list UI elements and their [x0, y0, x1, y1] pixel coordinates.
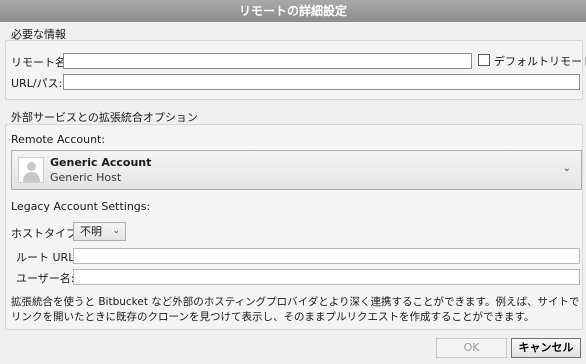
- required-group: [5, 40, 583, 100]
- ok-button[interactable]: OK: [436, 338, 507, 358]
- integration-group-title: 外部サービスとの拡張統合オプション: [11, 111, 198, 124]
- username-input[interactable]: [73, 269, 580, 285]
- avatar-icon: [18, 157, 44, 183]
- host-type-label: ホストタイプ:: [11, 227, 81, 240]
- window-title-bar: リモートの詳細設定: [0, 0, 586, 22]
- url-input[interactable]: [63, 74, 580, 90]
- username-label: ユーザー名:: [16, 272, 75, 285]
- legacy-settings-label: Legacy Account Settings:: [11, 200, 151, 213]
- account-host: Generic Host: [50, 171, 122, 184]
- default-remote-label[interactable]: デフォルトリモート: [494, 53, 586, 69]
- remote-name-label: リモート名:: [11, 56, 70, 69]
- chevron-down-icon: ⌄: [562, 163, 571, 174]
- remote-name-input[interactable]: [63, 53, 472, 69]
- account-name: Generic Account: [50, 156, 152, 169]
- root-url-label: ルート URL:: [16, 251, 79, 264]
- default-remote-checkbox[interactable]: [478, 54, 490, 66]
- host-type-select[interactable]: 不明 ⌄: [73, 222, 126, 241]
- integration-description: 拡張統合を使うと Bitbucket など外部のホスティングプロバイダとより深く…: [11, 296, 580, 323]
- window-title: リモートの詳細設定: [238, 4, 347, 18]
- remote-account-label: Remote Account:: [11, 133, 106, 146]
- url-label: URL/パス:: [11, 77, 63, 90]
- cancel-button[interactable]: キャンセル: [511, 338, 581, 358]
- chevron-down-icon: ⌄: [112, 226, 120, 236]
- host-type-value: 不明: [80, 225, 102, 238]
- root-url-input[interactable]: [73, 248, 580, 264]
- remote-account-dropdown[interactable]: Generic Account Generic Host ⌄: [11, 150, 582, 190]
